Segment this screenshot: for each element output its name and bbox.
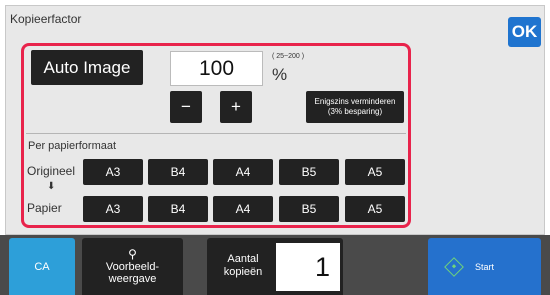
preview-button[interactable]: ⚲ Voorbeeld- weergave [82,238,183,295]
auto-image-button[interactable]: Auto Image [31,50,143,85]
paper-size-section-label: Per papierformaat [28,140,117,152]
paper-size-button[interactable]: B4 [148,196,208,222]
slight-reduce-saving: (3% besparing) [327,107,383,116]
dialog-title: Kopieerfactor [10,12,82,26]
original-size-button[interactable]: A4 [213,159,273,185]
original-size-button[interactable]: B5 [279,159,339,185]
copies-label-line2: kopieën [223,266,263,278]
original-size-button[interactable]: B4 [148,159,208,185]
ok-button[interactable]: OK [508,17,541,47]
copies-count-field[interactable]: 1 [276,243,340,291]
percent-unit: % [272,65,288,84]
zoom-value-field[interactable]: 100 [170,51,263,86]
paper-size-button[interactable]: A5 [345,196,405,222]
original-row-label: Origineel [27,164,76,178]
decrease-button[interactable]: − [170,91,202,123]
copy-zoom-screen: Kopieerfactor OK Auto Image 100 ( 25~200… [0,0,550,295]
paper-size-button[interactable]: B5 [279,196,339,222]
paper-size-button[interactable]: A4 [213,196,273,222]
original-size-button[interactable]: A3 [83,159,143,185]
preview-label-line2: weergave [108,273,157,285]
slight-reduce-button[interactable]: Enigszins verminderen (3% besparing) [306,91,404,123]
paper-size-button[interactable]: A3 [83,196,143,222]
arrow-down-icon: ⬇ [47,181,56,192]
slight-reduce-label: Enigszins verminderen [314,97,396,106]
paper-row-label: Papier [27,201,62,215]
increase-button[interactable]: + [220,91,252,123]
zoom-range-label: ( 25~200 ) [272,53,305,60]
copies-label: Aantal kopieën [213,253,273,279]
copies-label-line1: Aantal [227,253,259,265]
clear-all-button[interactable]: CA [9,238,75,295]
section-divider [26,133,406,134]
original-size-button[interactable]: A5 [345,159,405,185]
magnifier-document-icon: ⚲ [128,247,137,261]
preview-label-line1: Voorbeeld- [105,261,160,273]
